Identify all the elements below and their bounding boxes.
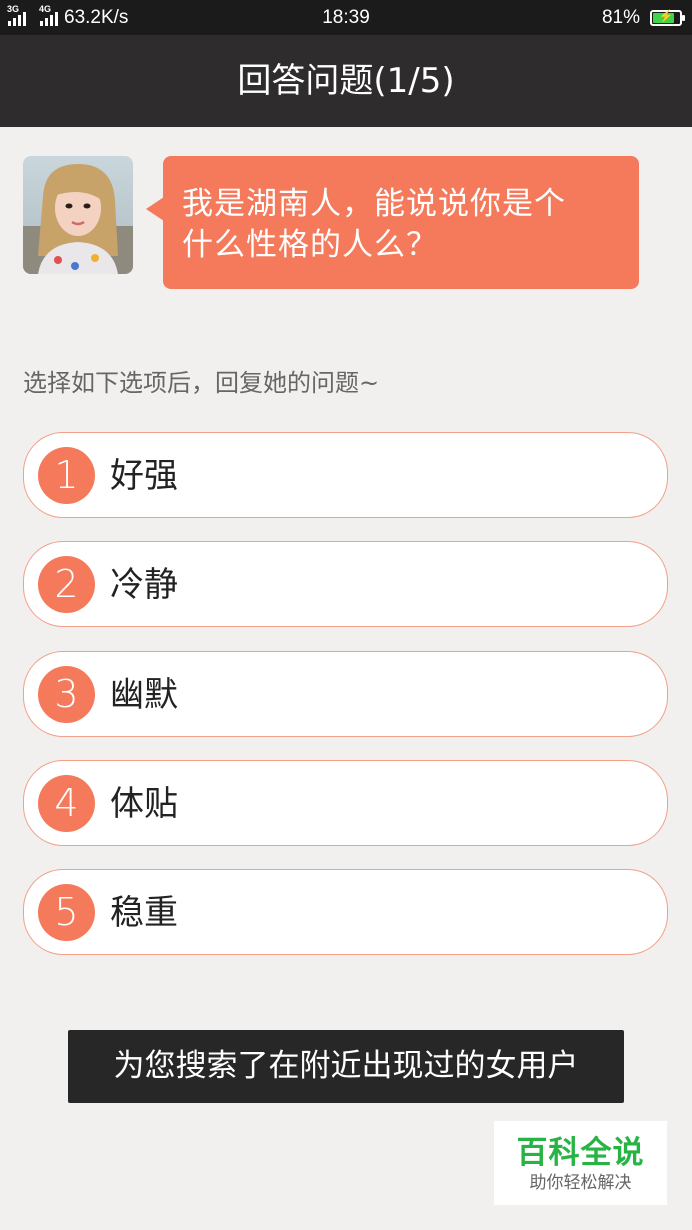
option-label: 体贴 [110,784,178,824]
question-line-1: 我是湖南人，能说说你是个 [182,186,566,222]
option-number-badge: 5 [38,884,95,941]
bubble-tail [146,197,164,221]
page-title: 回答问题(1/5) [237,61,455,101]
option-5-button[interactable]: 5 稳重 [23,869,668,955]
option-number-badge: 2 [38,556,95,613]
option-number-badge: 4 [38,775,95,832]
option-2-button[interactable]: 2 冷静 [23,541,668,627]
instruction-text: 选择如下选项后，回复她的问题~ [23,369,380,397]
option-3-button[interactable]: 3 幽默 [23,651,668,737]
question-bubble: 我是湖南人，能说说你是个 什么性格的人么？ [163,156,639,289]
option-label: 好强 [110,456,178,496]
option-number-badge: 3 [38,666,95,723]
option-label: 冷静 [110,565,178,605]
option-label: 幽默 [110,675,178,715]
status-bar: 3G 4G 63.2K/s 18:39 81% ⚡ [0,0,692,35]
option-4-button[interactable]: 4 体贴 [23,760,668,846]
charging-bolt-icon: ⚡ [658,8,674,23]
clock: 18:39 [322,7,370,28]
battery-percent: 81% [601,6,640,28]
option-1-button[interactable]: 1 好强 [23,432,668,518]
option-number-badge: 1 [38,447,95,504]
question-line-2: 什么性格的人么？ [182,227,438,263]
watermark-title: 百科全说 [516,1135,645,1171]
watermark-subtitle: 助你轻松解决 [529,1173,632,1193]
option-label: 稳重 [110,893,178,933]
watermark-logo: 百科全说 助你轻松解决 [494,1121,667,1205]
avatar[interactable] [23,156,133,274]
avatar-photo [23,156,133,274]
toast-message: 为您搜索了在附近出现过的女用户 [68,1030,624,1103]
battery-icon: ⚡ [650,8,685,26]
header-bar: 回答问题(1/5) [0,35,692,127]
status-right: 81% ⚡ [601,0,685,35]
